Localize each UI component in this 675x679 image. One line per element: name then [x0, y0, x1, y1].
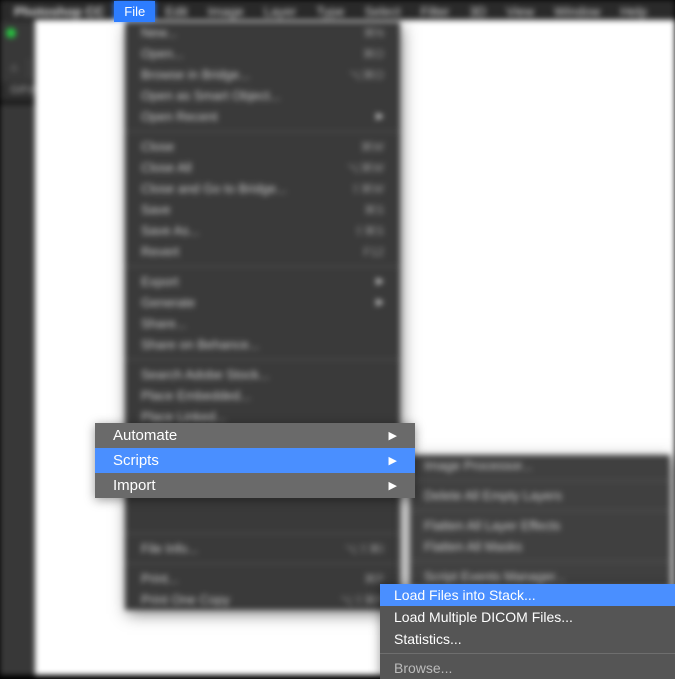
- menu-item[interactable]: Save As...⇧⌘S: [125, 220, 400, 241]
- chevron-right-icon: ▶: [389, 479, 397, 492]
- menu-item[interactable]: Export▶: [125, 271, 400, 292]
- menu-item[interactable]: Share on Behance...: [125, 334, 400, 355]
- menu-item[interactable]: RevertF12: [125, 241, 400, 262]
- tools-panel[interactable]: [0, 105, 35, 675]
- menu-item[interactable]: Close All⌥⌘W: [125, 157, 400, 178]
- submenu-item[interactable]: Load Multiple DICOM Files...: [380, 606, 675, 628]
- chevron-right-icon: ▶: [389, 429, 397, 442]
- menu-item-scripts[interactable]: Scripts▶: [95, 448, 415, 473]
- submenu-item[interactable]: Image Processor...: [410, 455, 670, 476]
- menu-item[interactable]: Save⌘S: [125, 199, 400, 220]
- submenu-item[interactable]: Delete All Empty Layers: [410, 485, 670, 506]
- menu-item-automate[interactable]: Automate▶: [95, 423, 415, 448]
- menu-item-import[interactable]: Import▶: [95, 473, 415, 498]
- menu-item[interactable]: Browse in Bridge...⌥⌘O: [125, 64, 400, 85]
- menu-item[interactable]: Print...⌘P: [125, 568, 400, 589]
- submenu-item[interactable]: Load Files into Stack...: [380, 584, 675, 606]
- menu-item[interactable]: Open as Smart Object...: [125, 85, 400, 106]
- scripts-submenu-focus: Load Files into Stack...Load Multiple DI…: [380, 584, 675, 679]
- scripts-submenu: Image Processor... Delete All Empty Layer…: [410, 455, 670, 587]
- file-menu-focus: Automate▶Scripts▶Import▶: [95, 423, 415, 498]
- submenu-item[interactable]: Flatten All Layer Effects: [410, 515, 670, 536]
- menu-item[interactable]: File Info...⌥⇧⌘I: [125, 538, 400, 559]
- menu-item[interactable]: Share...: [125, 313, 400, 334]
- window-maximize-dot[interactable]: [6, 28, 16, 38]
- submenu-item[interactable]: Statistics...: [380, 628, 675, 650]
- menu-file[interactable]: File: [114, 1, 155, 22]
- menu-item[interactable]: Place Embedded...: [125, 385, 400, 406]
- menu-item[interactable]: Generate▶: [125, 292, 400, 313]
- menu-item[interactable]: Print One Copy⌥⇧⌘P: [125, 589, 400, 610]
- menu-item[interactable]: Close and Go to Bridge...⇧⌘W: [125, 178, 400, 199]
- menu-item[interactable]: Close⌘W: [125, 136, 400, 157]
- submenu-item[interactable]: Browse...: [380, 657, 675, 679]
- menu-item[interactable]: New...⌘N: [125, 22, 400, 43]
- home-icon[interactable]: ⌂: [8, 62, 20, 74]
- menu-item[interactable]: Open...⌘O: [125, 43, 400, 64]
- menu-item[interactable]: Search Adobe Stock...: [125, 364, 400, 385]
- submenu-item[interactable]: Flatten All Masks: [410, 536, 670, 557]
- menu-item[interactable]: Open Recent▶: [125, 106, 400, 127]
- file-menu-dropdown: New...⌘NOpen...⌘OBrowse in Bridge...⌥⌘OO…: [125, 22, 400, 610]
- chevron-right-icon: ▶: [389, 454, 397, 467]
